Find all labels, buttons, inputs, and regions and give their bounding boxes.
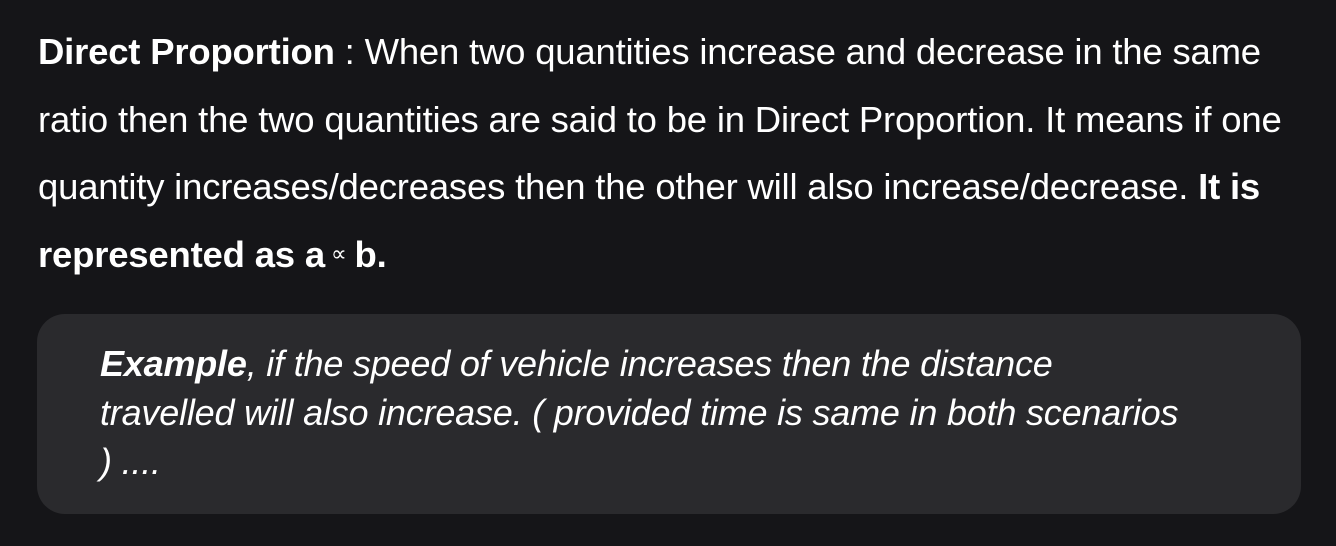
example-label: Example: [100, 343, 247, 384]
page: Direct Proportion : When two quantities …: [0, 0, 1336, 546]
definition-colon: :: [334, 31, 365, 72]
example-body: , if the speed of vehicle increases then…: [100, 343, 1179, 482]
representation-suffix: b.: [354, 233, 387, 275]
example-text: Example, if the speed of vehicle increas…: [100, 339, 1180, 486]
definition-paragraph: Direct Proportion : When two quantities …: [38, 18, 1300, 291]
definition-term: Direct Proportion: [38, 31, 335, 72]
proportional-symbol: ∝: [330, 241, 347, 267]
example-callout: Example, if the speed of vehicle increas…: [37, 314, 1301, 514]
